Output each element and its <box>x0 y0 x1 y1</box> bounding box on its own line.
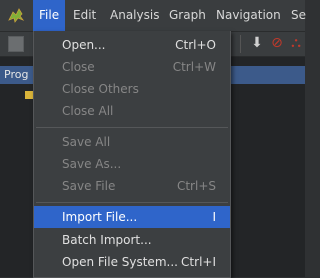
menu-item-save-as[interactable]: Save As... <box>34 153 230 175</box>
panel-header-title: Prog <box>4 68 29 81</box>
menu-edit[interactable]: Edit <box>67 0 102 31</box>
menu-navigation[interactable]: Navigation <box>210 0 287 31</box>
save-icon[interactable] <box>8 36 24 52</box>
stop-icon[interactable]: ⊘ <box>268 34 286 52</box>
menu-bar: File Edit Analysis Graph Navigation Se <box>0 0 306 32</box>
menu-item-close-others[interactable]: Close Others <box>34 78 230 100</box>
dragon-logo-icon[interactable] <box>6 6 26 26</box>
menu-search[interactable]: Se <box>285 0 312 31</box>
menu-item-save-all[interactable]: Save All <box>34 131 230 153</box>
menu-separator <box>36 202 228 203</box>
menu-item-open[interactable]: Open... Ctrl+O <box>34 34 230 56</box>
toolbar-separator <box>240 35 241 53</box>
breakpoint-icon[interactable]: ⛬ <box>287 34 305 52</box>
menu-item-close[interactable]: Close Ctrl+W <box>34 56 230 78</box>
file-menu-dropdown: Open... Ctrl+O Close Ctrl+W Close Others… <box>33 31 231 278</box>
menu-item-batch-import[interactable]: Batch Import... <box>34 229 230 251</box>
menu-item-open-file-system[interactable]: Open File System... Ctrl+I <box>34 251 230 273</box>
menu-analysis[interactable]: Analysis <box>104 0 165 31</box>
arrow-down-icon[interactable]: ⬇ <box>248 34 266 52</box>
menu-file[interactable]: File <box>33 0 66 31</box>
menu-item-close-all[interactable]: Close All <box>34 100 230 122</box>
menu-item-import-file[interactable]: Import File... I <box>34 206 230 228</box>
menu-item-save-file[interactable]: Save File Ctrl+S <box>34 175 230 197</box>
menu-graph[interactable]: Graph <box>163 0 212 31</box>
menu-separator <box>36 127 228 128</box>
